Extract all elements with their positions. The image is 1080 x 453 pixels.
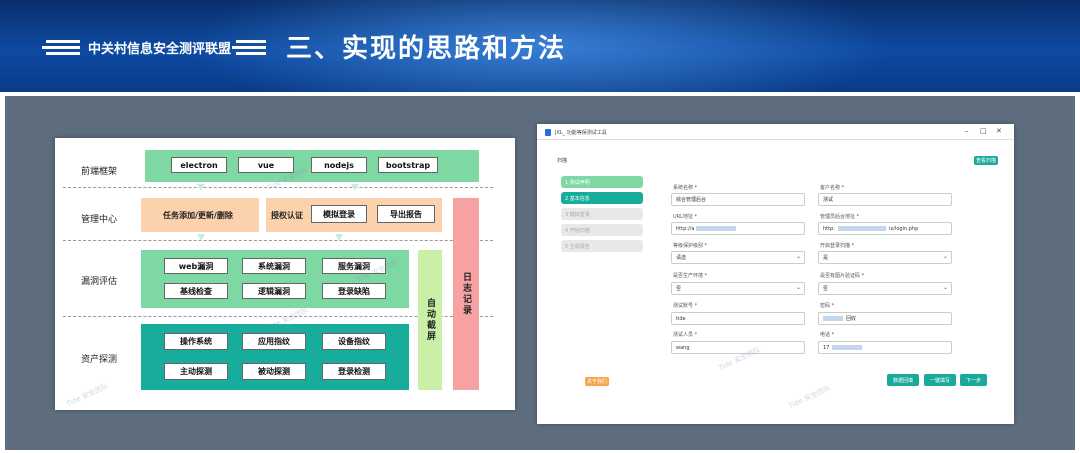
- header-stripe: [46, 40, 80, 43]
- close-icon[interactable]: ✕: [996, 127, 1002, 135]
- admin-url-suffix: ix/login.php: [888, 225, 919, 232]
- header-stripe: [42, 46, 80, 49]
- about-us-button[interactable]: 关于我们: [585, 377, 609, 386]
- flow-arrow: [335, 234, 343, 241]
- flow-arrow: [197, 234, 205, 241]
- field-label-password: 密码 *: [820, 303, 835, 309]
- redacted-block: [823, 316, 843, 321]
- view-scan-button[interactable]: 查看扫描: [974, 156, 998, 165]
- chip-export-report: 导出报告: [377, 205, 435, 223]
- row-label-management: 管理中心: [81, 215, 118, 225]
- captcha-select[interactable]: 否: [818, 282, 952, 295]
- step-start-scan[interactable]: 4 开始扫描: [561, 224, 643, 236]
- chip-vue: vue: [238, 157, 294, 173]
- chip-app-fingerprint: 应用指纹: [242, 333, 306, 350]
- flow-arrow: [197, 184, 205, 191]
- field-label-protection-level: 等级保护级别 *: [673, 243, 708, 249]
- customer-name-input[interactable]: 测试: [818, 193, 952, 206]
- auto-screenshot-bar: 自动截屏: [418, 250, 442, 390]
- section-label: 扫描: [557, 158, 568, 164]
- phone-value: 17: [823, 344, 830, 351]
- field-label-system-name: 系统名称 *: [673, 185, 698, 191]
- field-label-captcha: 是否有图片验证码 *: [820, 273, 865, 279]
- header-stripe: [236, 52, 266, 55]
- admin-url-input[interactable]: http: ix/login.php: [818, 222, 952, 235]
- step-generate-report[interactable]: 5 生成报告: [561, 240, 643, 252]
- task-crud-label: 任务添加/更新/删除: [163, 211, 233, 220]
- minimize-icon[interactable]: –: [965, 127, 969, 135]
- system-name-input[interactable]: 综合管理后台: [671, 193, 805, 206]
- app-window: JXL_ 功能等保测试工具 – □ ✕ 扫描 查看扫描 1 测试声明 2 基本信…: [537, 124, 1014, 424]
- maximize-icon[interactable]: □: [980, 127, 987, 135]
- field-label-tester: 测试人员 *: [673, 332, 698, 338]
- auth-label: 授权认证: [271, 211, 303, 220]
- chip-electron: electron: [171, 157, 227, 173]
- password-input[interactable]: 回收: [818, 312, 952, 325]
- chip-web-vuln: web漏洞: [164, 258, 228, 274]
- log-record-char: 日志记录: [461, 272, 471, 316]
- password-value: 回收: [846, 316, 857, 322]
- app-logo-icon: [545, 129, 551, 136]
- architecture-diagram: 前端框架 管理中心 漏洞评估 资产探测 electron vue nodejs …: [55, 138, 515, 410]
- row-label-asset: 资产探测: [81, 355, 118, 365]
- header-stripe: [232, 46, 266, 49]
- slide-header: 中关村信息安全测评联盟 三、实现的思路和方法: [0, 0, 1080, 92]
- chip-baseline-check: 基线检查: [164, 283, 228, 299]
- chip-os: 操作系统: [164, 333, 228, 350]
- chip-active-detect: 主动探测: [164, 363, 228, 380]
- window-title: JXL_ 功能等保测试工具: [555, 130, 607, 136]
- header-stripe: [236, 40, 266, 43]
- row-label-vuln: 漏洞评估: [81, 277, 118, 287]
- chip-login-defect: 登录缺陷: [322, 283, 386, 299]
- chip-system-vuln: 系统漏洞: [242, 258, 306, 274]
- redacted-block: [832, 345, 863, 350]
- chip-simulated-login: 模拟登录: [311, 205, 367, 223]
- chip-login-detect: 登录检测: [322, 363, 386, 380]
- field-label-login-scan: 开启登录扫描 *: [820, 243, 855, 249]
- field-label-admin-url: 管理员后台地址 *: [820, 214, 860, 220]
- auto-fill-button[interactable]: 一键填写: [924, 374, 956, 386]
- protection-level-select[interactable]: 请选: [671, 251, 805, 264]
- row-label-frontend: 前端框架: [81, 167, 118, 177]
- phone-input[interactable]: 17: [818, 341, 952, 354]
- window-titlebar: JXL_ 功能等保测试工具 – □ ✕: [537, 124, 1014, 140]
- tester-input[interactable]: wang: [671, 341, 805, 354]
- chip-logic-vuln: 逻辑漏洞: [242, 283, 306, 299]
- watermark: Tide 安全团队: [787, 383, 832, 411]
- auto-screenshot-char: 自动截屏: [425, 298, 435, 342]
- row-divider: [63, 240, 493, 241]
- url-value: http://a: [676, 225, 695, 232]
- step-simulated-login[interactable]: 3 模拟登录: [561, 208, 643, 220]
- redacted-block: [696, 226, 737, 231]
- chip-passive-detect: 被动探测: [242, 363, 306, 380]
- watermark: Tide 安全团队: [65, 381, 110, 409]
- slide-title: 三、实现的思路和方法: [286, 34, 567, 64]
- account-input[interactable]: tide: [671, 312, 805, 325]
- org-name: 中关村信息安全测评联盟: [88, 42, 232, 57]
- redacted-block: [837, 226, 886, 231]
- chip-bootstrap: bootstrap: [378, 157, 438, 173]
- url-input[interactable]: http://a: [671, 222, 805, 235]
- log-record-bar: 日志记录: [453, 198, 479, 390]
- admin-url-value: http:: [823, 225, 835, 232]
- field-label-customer: 客户名称 *: [820, 185, 845, 191]
- production-select[interactable]: 否: [671, 282, 805, 295]
- header-stripe: [46, 52, 80, 55]
- data-backfill-button[interactable]: 数据回填: [887, 374, 919, 386]
- field-label-account: 测试账号 *: [673, 303, 698, 309]
- step-statement[interactable]: 1 测试声明: [561, 176, 643, 188]
- login-scan-select[interactable]: 是: [818, 251, 952, 264]
- field-label-production: 是否生产环境 *: [673, 273, 708, 279]
- field-label-phone: 电话 *: [820, 332, 835, 338]
- chip-nodejs: nodejs: [311, 157, 367, 173]
- next-step-button[interactable]: 下一步: [960, 374, 987, 386]
- step-basic-info[interactable]: 2 基本信息: [561, 192, 643, 204]
- chip-device-fingerprint: 设备指纹: [322, 333, 386, 350]
- flow-arrow: [351, 184, 359, 191]
- field-label-url: URL地址 *: [673, 214, 698, 220]
